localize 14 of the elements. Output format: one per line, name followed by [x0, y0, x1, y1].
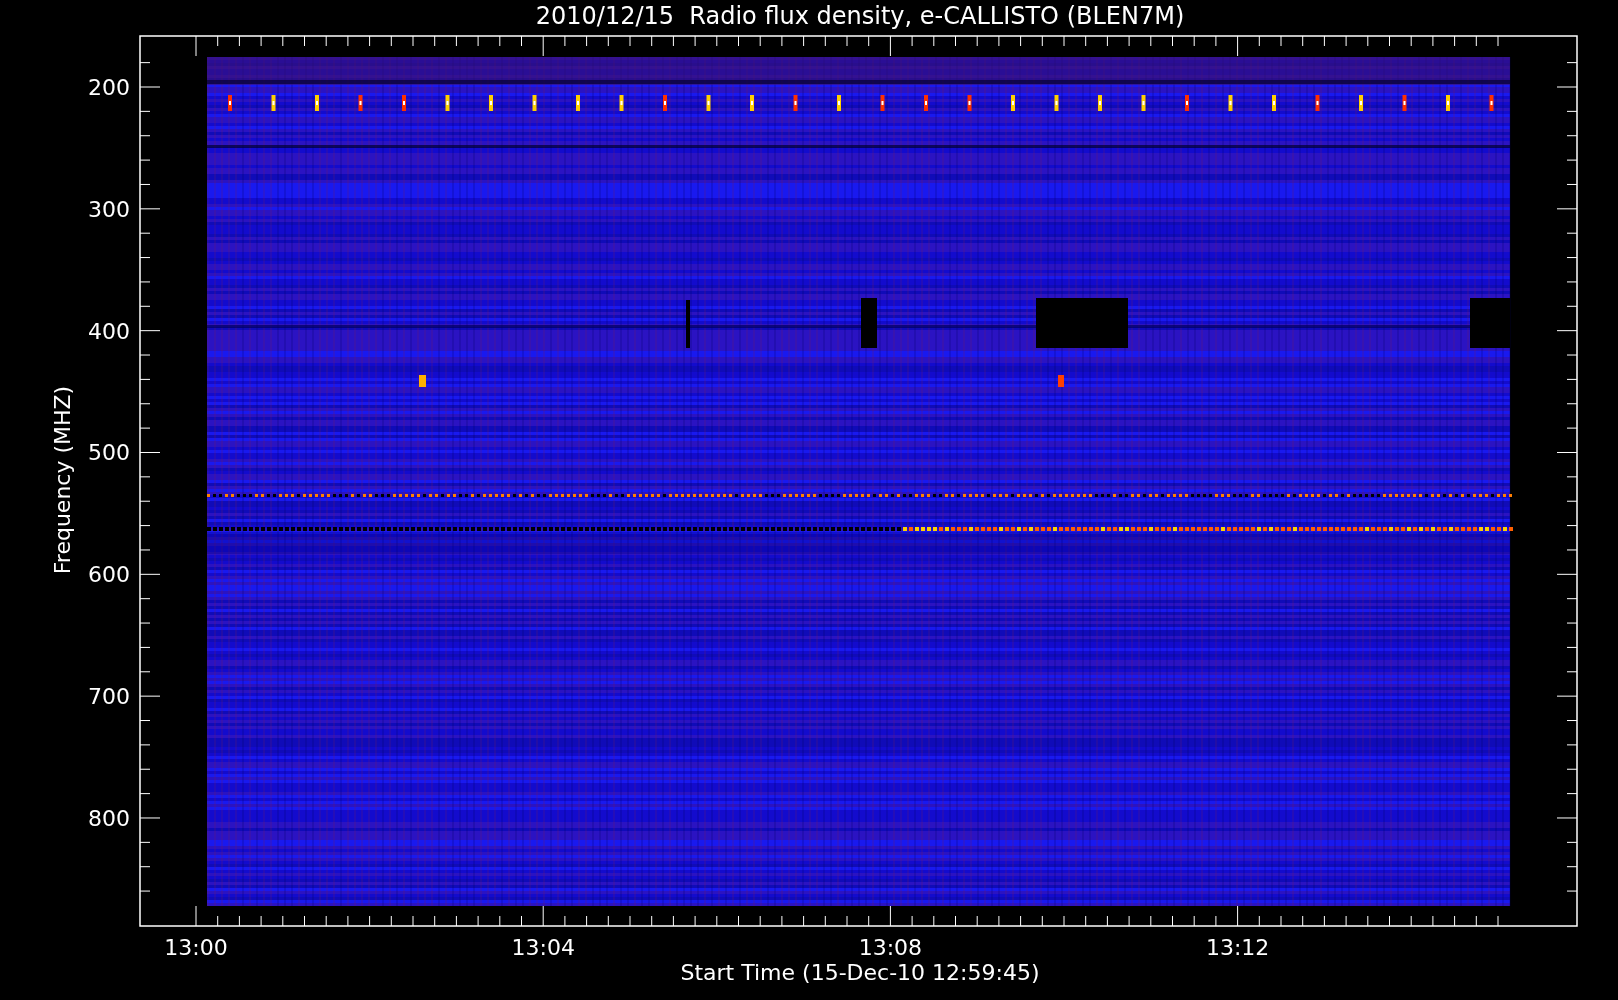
tick-label: 400 — [88, 318, 130, 344]
chart-title: 2010/12/15 Radio flux density, e-CALLISTO (BLEN7M) — [535, 2, 1185, 30]
tick-label: 13:00 — [164, 935, 228, 960]
tick-label: 13:08 — [858, 935, 923, 960]
tick-label: 700 — [88, 684, 130, 710]
tick-label: 13:04 — [511, 935, 575, 960]
tick-label: 500 — [88, 440, 130, 466]
tick-label: 800 — [88, 806, 130, 831]
tick-label: 300 — [88, 196, 130, 222]
tick-label: 600 — [88, 562, 130, 588]
axis-label: Start Time (15-Dec-10 12:59:45) — [680, 960, 1040, 985]
tick-label: 13:12 — [1205, 935, 1270, 960]
tick-label: 200 — [88, 75, 130, 100]
axis-label: Frequency (MHZ) — [50, 385, 75, 575]
